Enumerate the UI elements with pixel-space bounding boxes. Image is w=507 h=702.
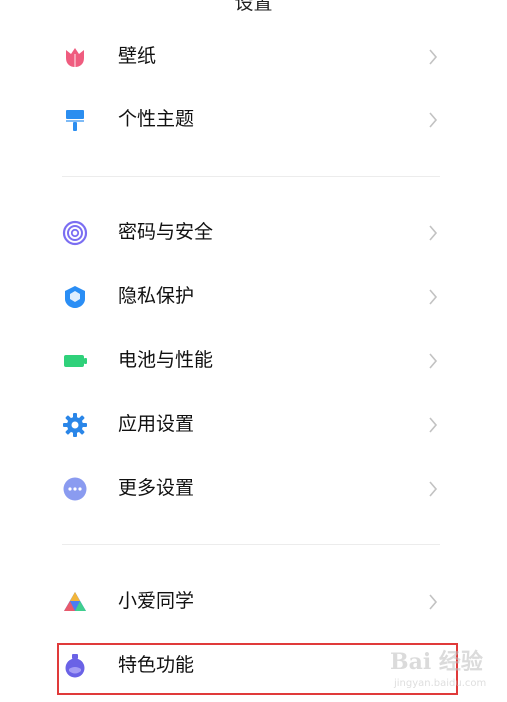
fingerprint-icon [62, 220, 88, 246]
settings-item-xiaoai[interactable]: 小爱同学 [0, 570, 507, 632]
paint-roller-icon [66, 110, 84, 131]
settings-item-password-security[interactable]: 密码与安全 [0, 201, 507, 263]
page-title: 设置 [234, 0, 273, 14]
settings-item-battery-performance[interactable]: 电池与性能 [0, 329, 507, 391]
settings-item-label: 隐私保护 [118, 285, 195, 307]
settings-item-label: 个性主题 [118, 108, 195, 130]
settings-item-privacy[interactable]: 隐私保护 [0, 265, 507, 327]
settings-item-label: 电池与性能 [118, 349, 214, 371]
more-dots-icon [63, 477, 87, 501]
battery-icon [64, 355, 87, 367]
watermark: Bai 经验 jingyan.baidu.com [384, 640, 494, 698]
settings-item-app-settings[interactable]: 应用设置 [0, 393, 507, 455]
chevron-right-icon [429, 225, 438, 241]
settings-item-wallpaper[interactable]: 壁纸 [0, 25, 507, 87]
chevron-right-icon [429, 289, 438, 305]
section-divider [62, 544, 440, 545]
chevron-right-icon [429, 417, 438, 433]
gear-icon [63, 413, 87, 437]
xiaoai-icon [64, 592, 86, 611]
settings-item-label: 壁纸 [118, 45, 157, 67]
section-divider [62, 176, 440, 177]
settings-item-more-settings[interactable]: 更多设置 [0, 457, 507, 519]
chevron-right-icon [429, 481, 438, 497]
settings-item-label: 小爱同学 [118, 590, 195, 612]
watermark-sub: jingyan.baidu.com [394, 678, 487, 689]
chevron-right-icon [429, 112, 438, 128]
watermark-main: Bai 经验 [390, 649, 483, 675]
chevron-right-icon [429, 594, 438, 610]
settings-item-theme[interactable]: 个性主题 [0, 88, 507, 150]
chevron-right-icon [429, 353, 438, 369]
settings-item-label: 更多设置 [118, 477, 195, 499]
settings-item-label: 应用设置 [118, 413, 195, 435]
chevron-right-icon [429, 49, 438, 65]
tulip-icon [66, 48, 84, 67]
settings-item-label: 密码与安全 [118, 221, 214, 243]
privacy-shield-icon [65, 286, 85, 308]
